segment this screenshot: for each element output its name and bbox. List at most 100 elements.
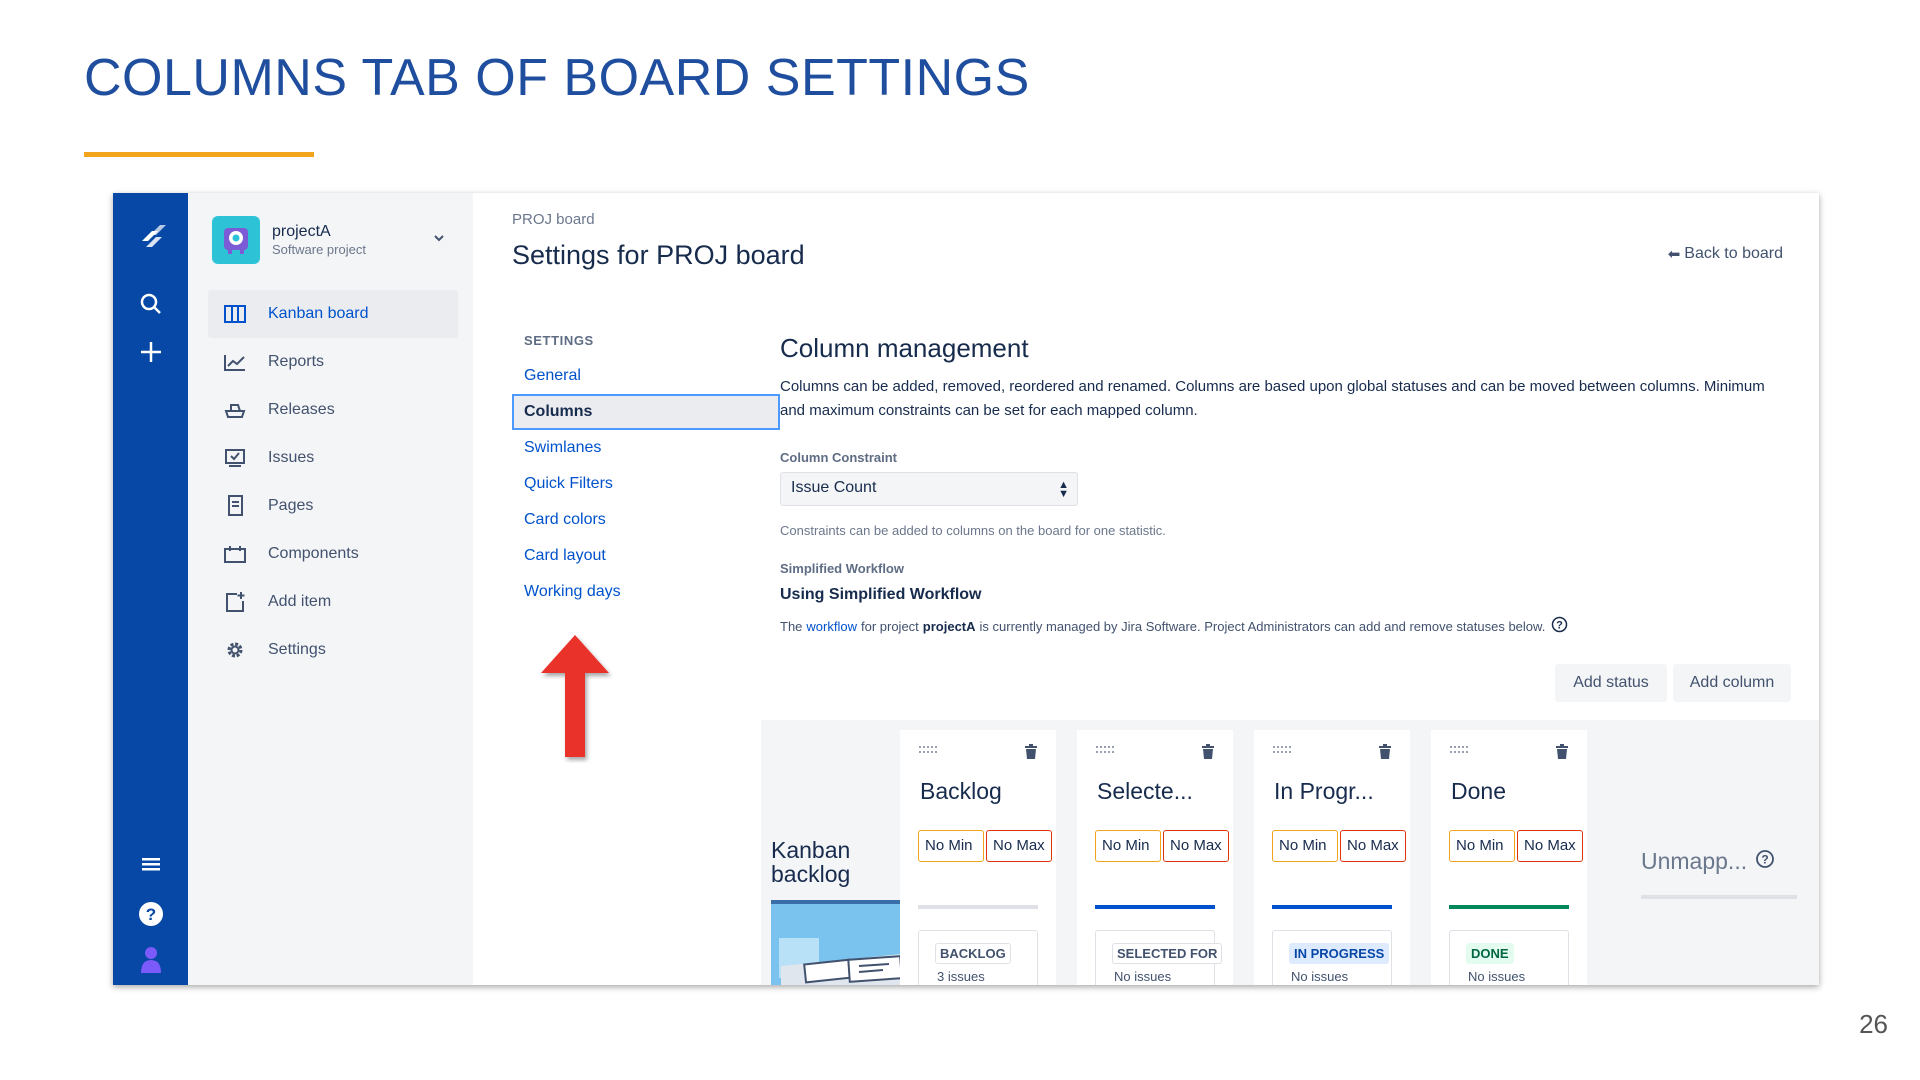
- min-constraint-input[interactable]: No Min: [1272, 830, 1338, 862]
- workflow-link[interactable]: workflow: [806, 619, 857, 634]
- status-lozenge: IN PROGRESS: [1289, 943, 1390, 964]
- column-constraint-select[interactable]: Issue Count ▲ ▼: [780, 472, 1078, 506]
- drag-handle-icon[interactable]: [1272, 744, 1294, 762]
- releases-icon: [222, 399, 248, 421]
- sidebar-item-label: Releases: [268, 401, 335, 418]
- max-constraint-input[interactable]: No Max: [1517, 830, 1583, 862]
- min-constraint-input[interactable]: No Min: [918, 830, 984, 862]
- create-icon[interactable]: [113, 339, 188, 365]
- column-constraint-label: Column Constraint: [780, 450, 897, 465]
- drag-handle-icon[interactable]: [1449, 744, 1471, 762]
- max-constraint-input[interactable]: No Max: [986, 830, 1052, 862]
- column-status-bar: [1272, 905, 1392, 909]
- main-content: PROJ board Settings for PROJ board ⬅ Bac…: [473, 193, 1819, 985]
- project-name: projectA: [272, 223, 331, 240]
- kanban-backlog-illustration: [771, 900, 921, 985]
- page-title: Settings for PROJ board: [512, 240, 805, 270]
- sidebar-item-kanban-board[interactable]: Kanban board: [208, 290, 458, 338]
- breadcrumb[interactable]: PROJ board: [512, 211, 595, 228]
- status-card[interactable]: SELECTED FOR No issues: [1095, 930, 1223, 985]
- column-name[interactable]: Backlog: [920, 778, 1002, 805]
- question-circle-icon[interactable]: ?: [1551, 616, 1568, 636]
- min-constraint-input[interactable]: No Min: [1095, 830, 1161, 862]
- sidebar-item-add-item[interactable]: Add item: [208, 578, 458, 626]
- jira-logo-icon[interactable]: [113, 219, 188, 253]
- settings-nav-columns[interactable]: Columns: [512, 394, 780, 430]
- unmapped-status-bar: [1641, 895, 1797, 899]
- status-card[interactable]: DONE No issues: [1449, 930, 1569, 985]
- settings-nav-swimlanes[interactable]: Swimlanes: [512, 430, 780, 466]
- status-issue-count: No issues: [1291, 969, 1349, 984]
- trash-icon[interactable]: [1201, 744, 1215, 765]
- help-icon[interactable]: ?: [113, 900, 188, 928]
- svg-text:?: ?: [1761, 853, 1768, 867]
- pages-icon: [222, 495, 248, 517]
- status-card[interactable]: BACKLOG 3 issues: [918, 930, 1038, 985]
- issues-icon: [222, 447, 248, 469]
- sidebar-item-issues[interactable]: Issues: [208, 434, 458, 482]
- drag-handle-icon[interactable]: [1095, 744, 1117, 762]
- min-constraint-input[interactable]: No Min: [1449, 830, 1515, 862]
- simplified-workflow-label: Simplified Workflow: [780, 561, 904, 576]
- settings-nav-card-layout[interactable]: Card layout: [512, 538, 780, 574]
- column-status-bar: [918, 905, 1038, 909]
- trash-icon[interactable]: [1378, 744, 1392, 765]
- sidebar-item-label: Kanban board: [268, 305, 369, 322]
- board-column-in-progress[interactable]: In Progr... No Min No Max IN PROGRESS No…: [1254, 730, 1410, 985]
- search-icon[interactable]: [113, 291, 188, 317]
- sidebar-item-label: Components: [268, 545, 359, 562]
- status-issue-count: 3 issues: [937, 969, 985, 984]
- drag-handle-icon[interactable]: [918, 744, 940, 762]
- column-name[interactable]: In Progr...: [1274, 778, 1374, 805]
- sidebar-item-label: Add item: [268, 593, 332, 610]
- sidebar-item-components[interactable]: Components: [208, 530, 458, 578]
- reports-icon: [222, 351, 248, 373]
- title-underline: [84, 152, 314, 157]
- status-issue-count: No issues: [1468, 969, 1526, 984]
- column-name[interactable]: Done: [1451, 778, 1506, 805]
- add-column-button[interactable]: Add column: [1673, 664, 1791, 702]
- global-nav: ?: [113, 193, 188, 985]
- simplified-workflow-help: The workflow for project projectA is cur…: [780, 616, 1568, 636]
- back-to-board-link[interactable]: ⬅ Back to board: [1668, 245, 1783, 263]
- menu-icon[interactable]: [113, 855, 188, 873]
- column-name[interactable]: Selecte...: [1097, 778, 1193, 805]
- settings-nav-working-days[interactable]: Working days: [512, 574, 780, 610]
- select-arrows-icon: ▲ ▼: [1058, 479, 1069, 500]
- column-constraint-help: Constraints can be added to columns on t…: [780, 523, 1166, 538]
- project-avatar: [212, 216, 260, 264]
- add-status-button[interactable]: Add status: [1555, 664, 1667, 702]
- back-to-board-label: Back to board: [1684, 245, 1783, 262]
- settings-nav-quick-filters[interactable]: Quick Filters: [512, 466, 780, 502]
- svg-text:?: ?: [1556, 620, 1563, 632]
- sidebar-item-label: Settings: [268, 641, 326, 658]
- sidebar-item-label: Reports: [268, 353, 325, 370]
- board-column-selected[interactable]: Selecte... No Min No Max SELECTED FOR No…: [1077, 730, 1233, 985]
- profile-icon[interactable]: [113, 945, 188, 975]
- status-card[interactable]: IN PROGRESS No issues: [1272, 930, 1392, 985]
- page-number: 26: [1859, 1009, 1888, 1039]
- slide-title: COLUMNS TAB OF BOARD SETTINGS: [84, 49, 1030, 107]
- sidebar-item-releases[interactable]: Releases: [208, 386, 458, 434]
- settings-nav: SETTINGS General Columns Swimlanes Quick…: [512, 333, 780, 610]
- question-circle-icon[interactable]: ?: [1755, 848, 1775, 875]
- sidebar-item-settings[interactable]: Settings: [208, 626, 458, 674]
- status-lozenge: SELECTED FOR: [1112, 943, 1223, 964]
- column-status-bar: [1095, 905, 1215, 909]
- simplified-workflow-value: Using Simplified Workflow: [780, 586, 982, 603]
- chevron-down-icon[interactable]: [432, 231, 446, 250]
- sidebar-item-reports[interactable]: Reports: [208, 338, 458, 386]
- settings-nav-general[interactable]: General: [512, 358, 780, 394]
- max-constraint-input[interactable]: No Max: [1163, 830, 1229, 862]
- settings-nav-card-colors[interactable]: Card colors: [512, 502, 780, 538]
- project-sidebar: projectA Software project Kanban board R…: [188, 193, 473, 985]
- workflow-help-middle: for project: [860, 618, 919, 634]
- column-constraint-value: Issue Count: [791, 479, 877, 496]
- trash-icon[interactable]: [1555, 744, 1569, 765]
- sidebar-item-pages[interactable]: Pages: [208, 482, 458, 530]
- project-switcher[interactable]: projectA Software project: [212, 215, 452, 265]
- board-column-done[interactable]: Done No Min No Max DONE No issues: [1431, 730, 1587, 985]
- trash-icon[interactable]: [1024, 744, 1038, 765]
- board-column-backlog[interactable]: Backlog No Min No Max BACKLOG 3 issues: [900, 730, 1056, 985]
- max-constraint-input[interactable]: No Max: [1340, 830, 1406, 862]
